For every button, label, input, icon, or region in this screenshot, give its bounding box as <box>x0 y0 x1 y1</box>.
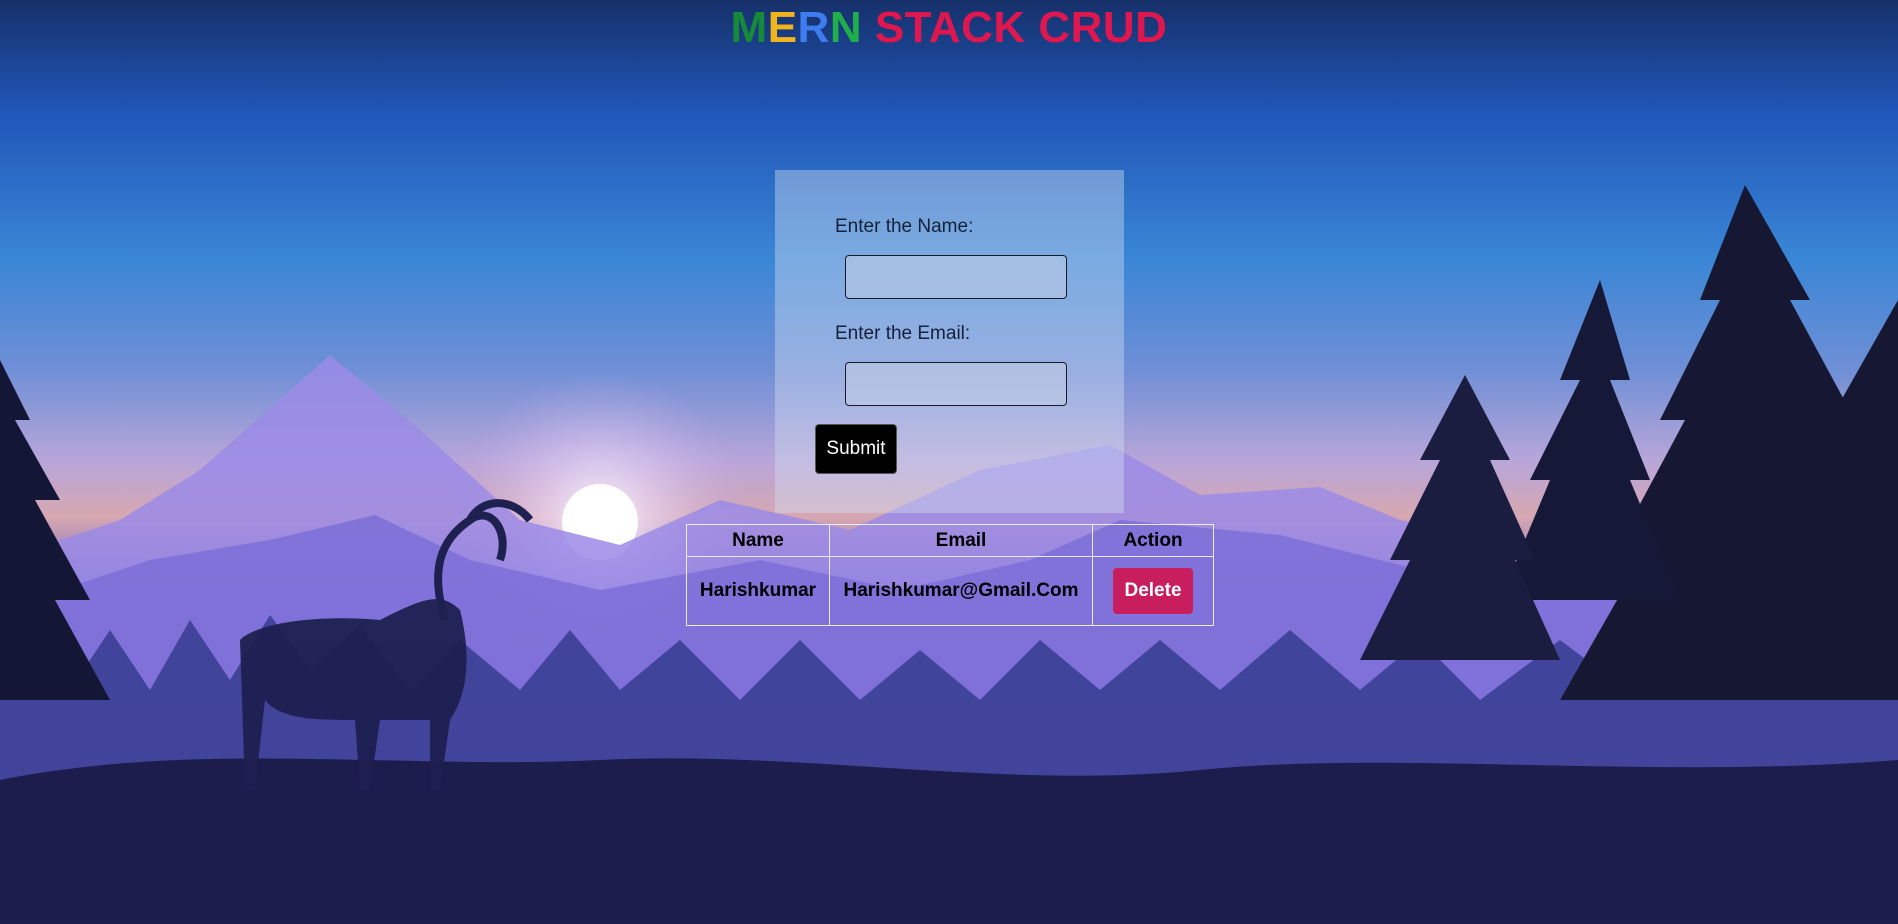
title-letter-n: N <box>829 3 863 52</box>
cell-name: Harishkumar <box>686 556 830 626</box>
entry-form-card: Enter the Name: Enter the Email: Submit <box>775 170 1124 513</box>
name-input[interactable] <box>845 255 1067 299</box>
column-header-action: Action <box>1092 524 1214 557</box>
submit-button[interactable]: Submit <box>815 424 897 474</box>
email-label: Enter the Email: <box>835 323 971 344</box>
table-header-row: Name Email Action <box>686 524 1214 557</box>
title-rest: STACK CRUD <box>862 3 1168 52</box>
title-letter-m: M <box>730 3 768 52</box>
table-row: Harishkumar Harishkumar@Gmail.Com Delete <box>686 556 1214 626</box>
column-header-email: Email <box>829 524 1093 557</box>
ground <box>0 758 1898 924</box>
cell-email: Harishkumar@Gmail.Com <box>829 556 1093 626</box>
cell-action: Delete <box>1092 556 1214 626</box>
users-table: Name Email Action Harishkumar Harishkuma… <box>686 524 1214 626</box>
title-letter-r: R <box>797 3 830 52</box>
name-label: Enter the Name: <box>835 216 974 237</box>
page-title: MERN STACK CRUD <box>0 3 1898 53</box>
column-header-name: Name <box>686 524 830 557</box>
delete-button[interactable]: Delete <box>1113 568 1193 614</box>
email-input[interactable] <box>845 362 1067 406</box>
title-letter-e: E <box>767 3 798 52</box>
